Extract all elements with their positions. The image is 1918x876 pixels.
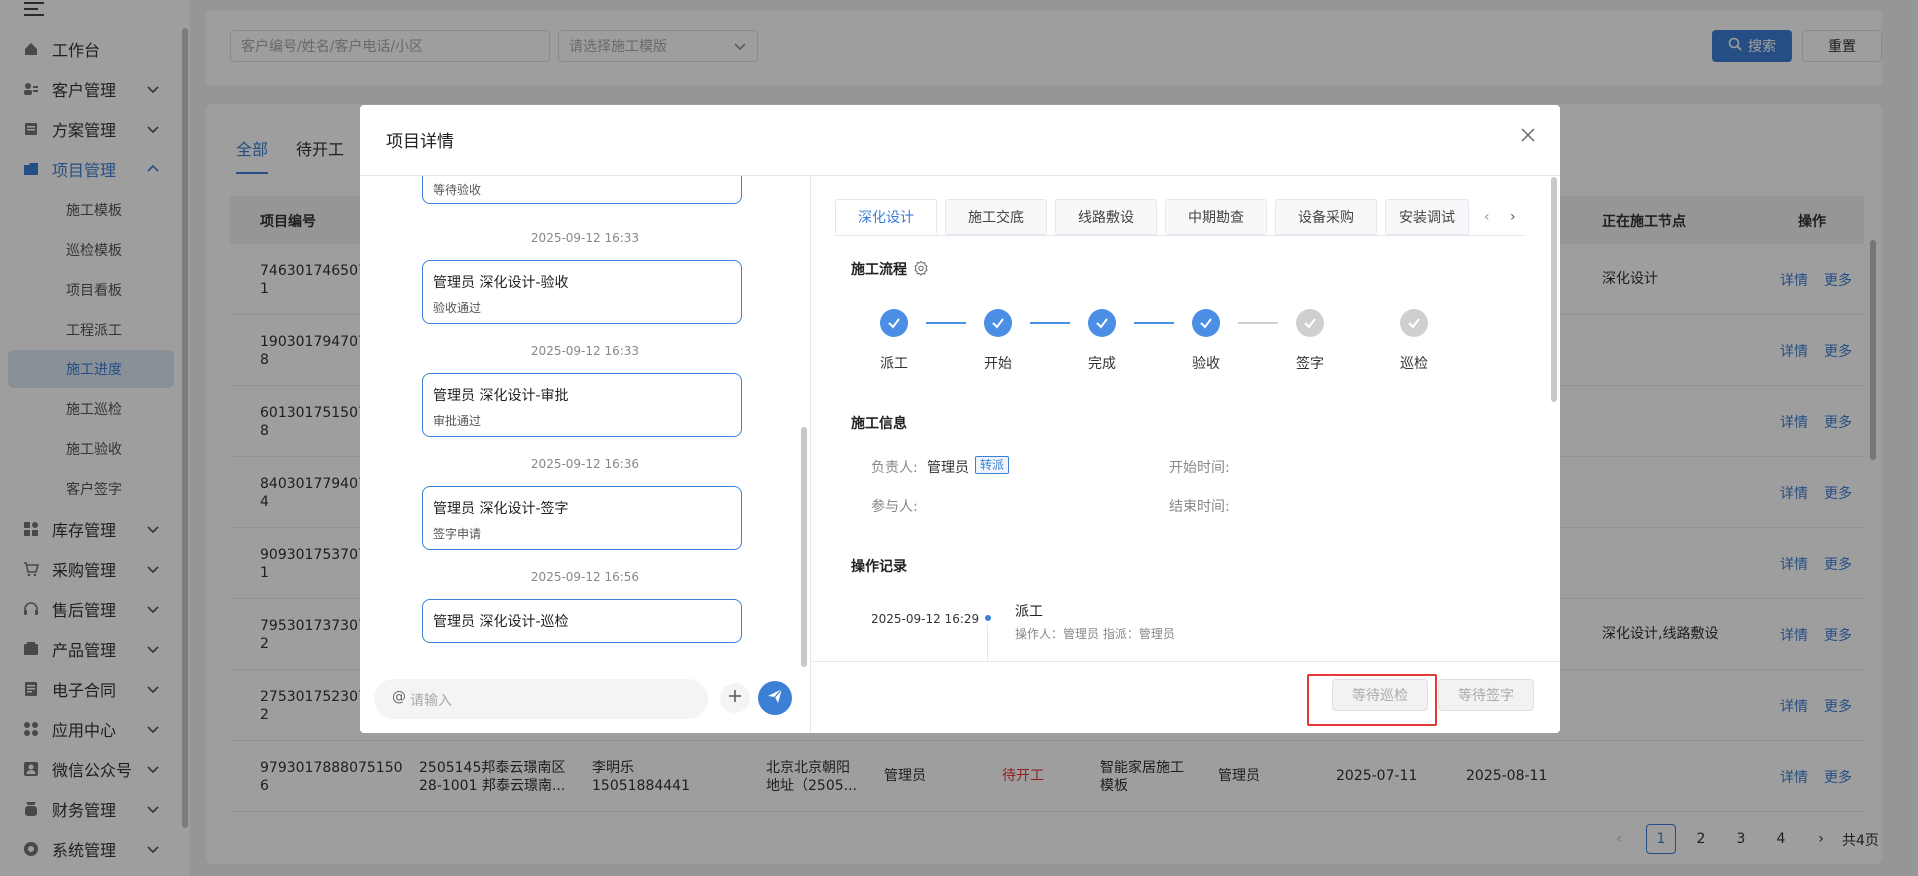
reassign-tag[interactable]: 转派	[975, 456, 1010, 474]
flow-section-title: 施工流程	[851, 262, 907, 278]
tab-installation[interactable]: 安装调试	[1385, 199, 1469, 235]
chat-input-placeholder: 请输入	[410, 693, 452, 709]
close-icon[interactable]	[1520, 127, 1540, 147]
mention-icon[interactable]: @	[392, 689, 406, 705]
tab-wiring[interactable]: 线路敷设	[1055, 199, 1157, 235]
activity-chat-panel: 等待验收 2025-09-12 16:33 管理员 深化设计-验收 验收通过 2…	[360, 176, 810, 658]
modal-title: 项目详情	[386, 132, 454, 152]
chat-message-sub: 审批通过	[433, 414, 482, 428]
chat-timestamp: 2025-09-12 16:36	[530, 457, 640, 471]
chat-message: 管理员 深化设计-巡检	[422, 599, 742, 643]
step-label: 完成	[1088, 356, 1116, 372]
step-connector	[1030, 322, 1070, 324]
step-patrol-check-icon	[1400, 309, 1428, 337]
chat-scrollbar[interactable]	[801, 427, 807, 667]
project-detail-modal: 项目详情 等待验收 2025-09-12 16:33 管理员 深化设计-验收 验…	[360, 105, 1560, 733]
end-time-label: 结束时间:	[1169, 499, 1230, 515]
step-label: 巡检	[1400, 356, 1428, 372]
log-section-title: 操作记录	[851, 559, 907, 575]
tabs-underline	[835, 235, 1525, 236]
chat-timestamp: 2025-09-12 16:33	[530, 344, 640, 358]
step-complete-check-icon	[1088, 309, 1116, 337]
chat-timestamp: 2025-09-12 16:56	[530, 570, 640, 584]
step-sign-check-icon	[1296, 309, 1324, 337]
log-title: 派工	[1015, 604, 1043, 620]
chat-message: 等待验收	[422, 176, 742, 204]
step-label: 开始	[984, 356, 1012, 372]
chat-message-title: 管理员 深化设计-验收	[433, 275, 569, 291]
info-section-title: 施工信息	[851, 416, 907, 432]
owner-value: 管理员	[927, 460, 969, 476]
step-dispatch-check-icon	[880, 309, 908, 337]
add-attachment-button[interactable]	[720, 683, 750, 713]
owner-label: 负责人:	[871, 460, 918, 476]
waiting-sign-button[interactable]: 等待签字	[1438, 679, 1534, 711]
chat-message: 管理员 深化设计-签字 签字申请	[422, 486, 742, 550]
step-label: 派工	[880, 356, 908, 372]
start-time-label: 开始时间:	[1169, 460, 1230, 476]
send-button[interactable]	[758, 681, 792, 715]
gear-icon[interactable]	[913, 260, 929, 280]
chat-input[interactable]: @ 请输入	[374, 679, 708, 719]
step-label: 验收	[1192, 356, 1220, 372]
step-label: 签字	[1296, 356, 1324, 372]
log-time: 2025-09-12 16:29	[871, 612, 980, 626]
tab-construction-brief[interactable]: 施工交底	[945, 199, 1047, 235]
chat-message-sub: 等待验收	[433, 183, 482, 197]
tab-equipment-purchase[interactable]: 设备采购	[1275, 199, 1377, 235]
log-sub: 操作人：管理员 指派：管理员	[1015, 627, 1175, 641]
chat-message-sub: 签字申请	[433, 527, 482, 541]
step-start-check-icon	[984, 309, 1012, 337]
step-connector	[1238, 322, 1278, 324]
chat-message-title: 管理员 深化设计-巡检	[433, 614, 569, 630]
highlight-box	[1307, 674, 1437, 726]
log-dot	[985, 615, 991, 621]
chat-message: 管理员 深化设计-验收 验收通过	[422, 260, 742, 324]
tab-midterm-survey[interactable]: 中期勘查	[1165, 199, 1267, 235]
send-icon	[766, 687, 784, 709]
chat-message-title: 管理员 深化设计-审批	[433, 388, 569, 404]
tabs-next-icon[interactable]: ›	[1510, 209, 1516, 225]
tab-deep-design[interactable]: 深化设计	[835, 199, 937, 235]
chat-message: 管理员 深化设计-审批 审批通过	[422, 373, 742, 437]
modal-panel-divider	[810, 176, 811, 733]
participants-label: 参与人:	[871, 499, 918, 515]
detail-scrollbar[interactable]	[1551, 177, 1557, 402]
log-timeline	[987, 625, 988, 661]
chat-timestamp: 2025-09-12 16:33	[530, 231, 640, 245]
modal-footer-divider	[810, 661, 1560, 662]
chat-message-sub: 验收通过	[433, 301, 482, 315]
plus-icon	[727, 688, 743, 708]
step-connector	[1134, 322, 1174, 324]
step-connector	[926, 322, 966, 324]
step-accept-check-icon	[1192, 309, 1220, 337]
tabs-prev-icon[interactable]: ‹	[1484, 209, 1490, 225]
chat-message-title: 管理员 深化设计-签字	[433, 501, 569, 517]
